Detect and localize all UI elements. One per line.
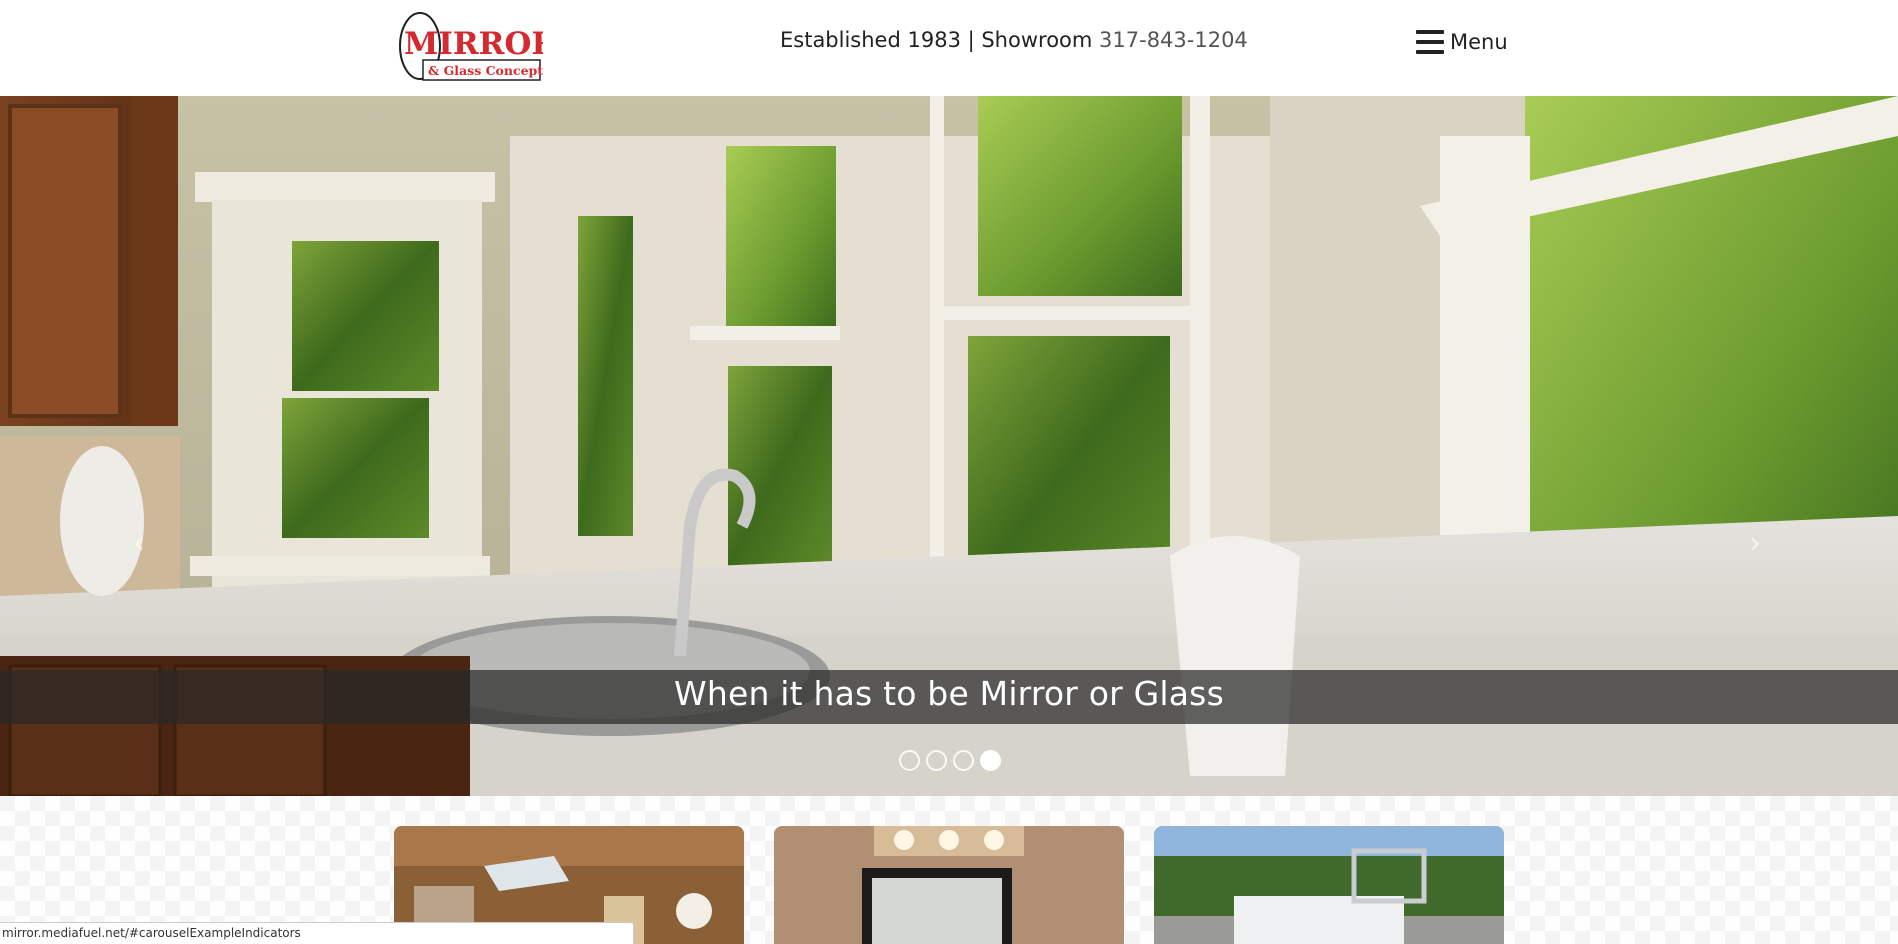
- svg-text:MIRROR: MIRROR: [404, 26, 543, 62]
- card-glass-truck[interactable]: [1154, 826, 1504, 944]
- carousel-indicator-active[interactable]: [980, 750, 1001, 771]
- svg-text:& Glass Concepts: & Glass Concepts: [428, 63, 543, 78]
- carousel-indicator[interactable]: [926, 750, 947, 771]
- phone-link[interactable]: 317-843-1204: [1099, 28, 1248, 52]
- card-vanity-mirror[interactable]: [774, 826, 1124, 944]
- carousel-next-button[interactable]: ›: [1740, 524, 1770, 564]
- menu-label: Menu: [1450, 30, 1508, 54]
- hero-carousel: ‹ › When it has to be Mirror or Glass: [0, 96, 1898, 796]
- carousel-indicators: [899, 750, 1001, 771]
- tagline-text: Established 1983 | Showroom: [780, 28, 1100, 52]
- carousel-indicator[interactable]: [899, 750, 920, 771]
- chevron-right-icon: ›: [1749, 526, 1761, 561]
- glass-truck-image: [1154, 826, 1504, 944]
- header-tagline: Established 1983 | Showroom 317-843-1204: [780, 28, 1248, 52]
- hero-caption: When it has to be Mirror or Glass: [674, 674, 1224, 713]
- site-logo[interactable]: MIRROR & Glass Concepts: [398, 10, 557, 82]
- site-header: MIRROR & Glass Concepts Established 1983…: [0, 0, 1898, 96]
- carousel-prev-button[interactable]: ‹: [124, 524, 154, 564]
- hamburger-icon: [1416, 30, 1444, 54]
- menu-button[interactable]: Menu: [1416, 30, 1508, 54]
- vanity-mirror-image: [774, 826, 1124, 944]
- carousel-indicator[interactable]: [953, 750, 974, 771]
- browser-status-bar: mirror.mediafuel.net/#carouselExampleInd…: [0, 922, 634, 944]
- chevron-left-icon: ‹: [133, 526, 145, 561]
